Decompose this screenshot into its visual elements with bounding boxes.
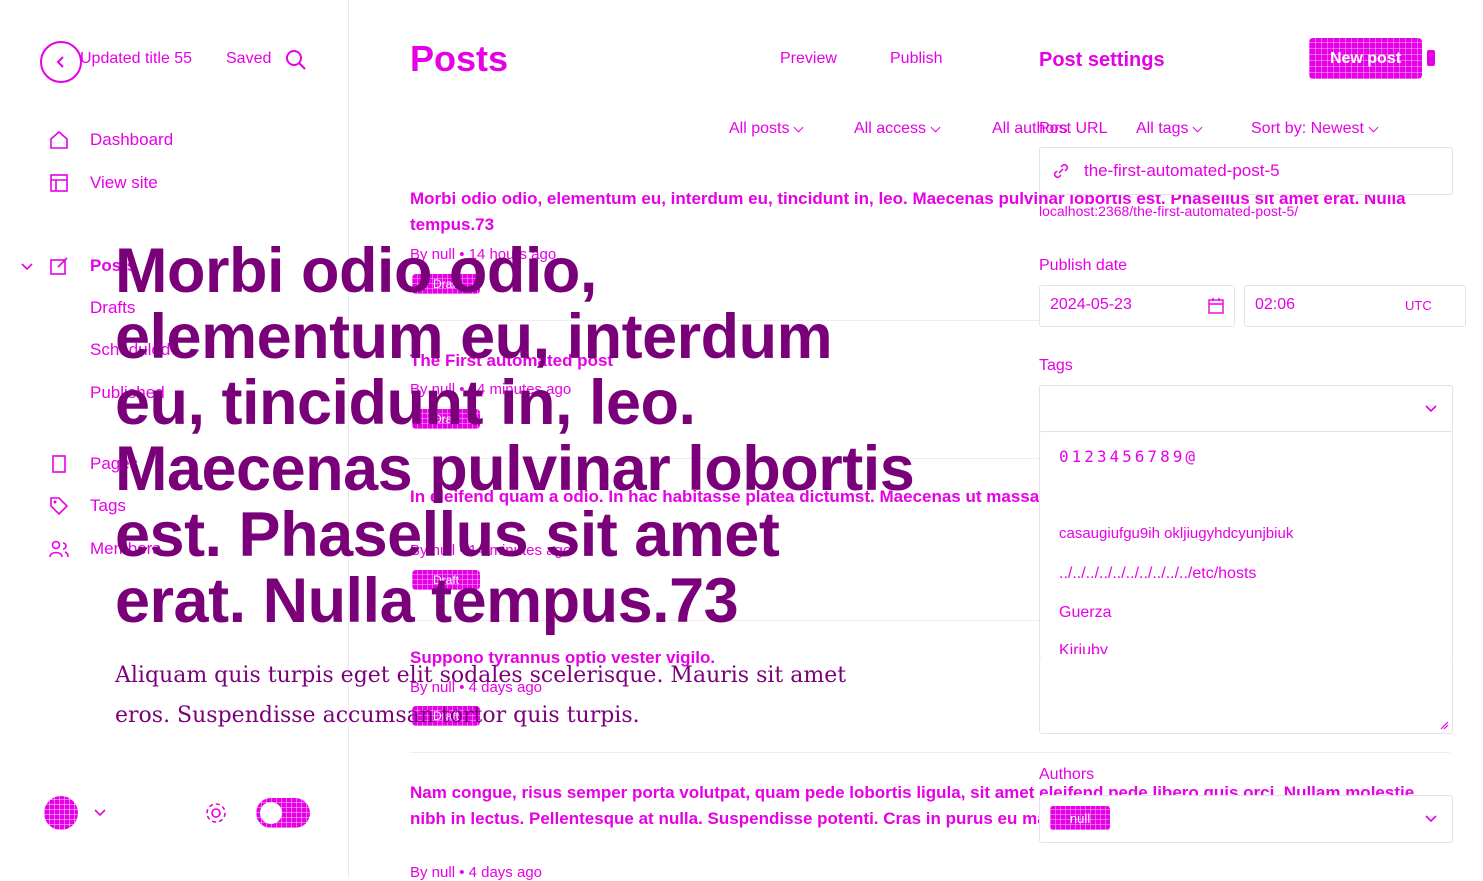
post-url-hint: localhost:2368/the-first-automated-post-… bbox=[1039, 203, 1299, 219]
publish-button[interactable]: Publish bbox=[890, 50, 942, 68]
filter-all-posts[interactable]: All posts bbox=[729, 120, 804, 138]
tag-option[interactable]: Guerza bbox=[1059, 604, 1111, 622]
time-value: 02:06 bbox=[1255, 296, 1296, 313]
chevron-down-icon bbox=[794, 122, 804, 132]
filter-label: All posts bbox=[729, 120, 790, 137]
chevron-left-icon bbox=[56, 56, 64, 68]
settings-panel-title: Post settings bbox=[1039, 49, 1165, 71]
sidebar-item-dashboard[interactable]: Dashboard bbox=[48, 128, 173, 152]
chevron-down-icon bbox=[930, 122, 941, 132]
chevron-down-icon bbox=[1368, 122, 1379, 132]
link-icon bbox=[1053, 163, 1069, 179]
editor-title[interactable]: Morbi odio odio, elementum eu, interdum … bbox=[115, 238, 915, 634]
filter-all-tags[interactable]: All tags bbox=[1136, 120, 1203, 138]
calendar-icon bbox=[1208, 298, 1224, 314]
author-chip[interactable]: null bbox=[1050, 806, 1110, 830]
publish-time-input[interactable]: 02:06 UTC bbox=[1244, 285, 1466, 327]
chevron-down-icon[interactable] bbox=[20, 260, 34, 274]
members-icon bbox=[49, 540, 69, 558]
sidebar-item-label: View site bbox=[90, 173, 158, 192]
toggle-knob bbox=[260, 802, 282, 824]
authors-label: Authors bbox=[1039, 766, 1095, 783]
back-button[interactable] bbox=[40, 41, 82, 83]
filter-label: Sort by: Newest bbox=[1251, 120, 1364, 137]
post-url-value: the-first-automated-post-5 bbox=[1084, 161, 1280, 180]
dark-mode-toggle[interactable] bbox=[256, 798, 310, 828]
date-value: 2024-05-23 bbox=[1050, 296, 1132, 313]
site-title: Updated title 55 bbox=[80, 50, 193, 67]
filter-label: All tags bbox=[1136, 120, 1189, 137]
authors-select[interactable]: null bbox=[1039, 795, 1453, 843]
chevron-down-icon bbox=[1425, 815, 1437, 823]
new-post-button[interactable]: New post bbox=[1309, 38, 1422, 79]
excerpt-textarea[interactable] bbox=[1039, 657, 1453, 734]
tags-label: Tags bbox=[1039, 357, 1073, 374]
post-url-label: Post URL bbox=[1039, 120, 1108, 137]
tag-option[interactable]: ../../../../../../../../../../etc/hosts bbox=[1059, 565, 1256, 583]
row-divider bbox=[410, 752, 1450, 753]
sidebar-toggle-button[interactable] bbox=[1427, 50, 1435, 66]
tag-option[interactable]: 0123456789@ bbox=[1059, 447, 1198, 466]
home-icon bbox=[50, 130, 68, 149]
chevron-down-icon[interactable] bbox=[93, 807, 107, 819]
publish-date-label: Publish date bbox=[1039, 257, 1128, 274]
filter-label: All access bbox=[854, 120, 927, 137]
preview-button[interactable]: Preview bbox=[780, 50, 837, 68]
page-icon bbox=[52, 455, 66, 473]
chevron-down-icon bbox=[1425, 405, 1437, 413]
sort-dropdown[interactable]: Sort by: Newest bbox=[1251, 120, 1379, 138]
page-title: Posts bbox=[410, 38, 509, 79]
publish-date-input[interactable]: 2024-05-23 bbox=[1039, 285, 1235, 327]
tag-option[interactable]: Kiriuby bbox=[1059, 642, 1108, 654]
layout-icon bbox=[50, 174, 68, 192]
gear-icon[interactable] bbox=[204, 801, 228, 825]
sidebar-item-view-site[interactable]: View site bbox=[48, 171, 158, 195]
search-button[interactable] bbox=[284, 48, 308, 77]
tag-option[interactable]: casaugiufgu9ih okljiugyhdcyunjbiuk bbox=[1059, 525, 1293, 542]
filter-all-access[interactable]: All access bbox=[854, 120, 941, 138]
timezone-label: UTC bbox=[1405, 298, 1432, 313]
sidebar-item-label: Dashboard bbox=[90, 130, 174, 149]
search-icon bbox=[286, 50, 306, 70]
post-meta: By null • 4 days ago bbox=[410, 864, 542, 881]
tag-icon bbox=[50, 497, 69, 516]
chevron-down-icon bbox=[1193, 122, 1203, 132]
edit-icon bbox=[50, 257, 68, 275]
saved-status: Saved bbox=[226, 50, 272, 67]
editor-body[interactable]: Aliquam quis turpis eget elit sodales sc… bbox=[115, 656, 855, 736]
post-url-input[interactable]: the-first-automated-post-5 bbox=[1039, 147, 1453, 195]
avatar[interactable] bbox=[44, 796, 78, 830]
resize-handle-icon[interactable] bbox=[1439, 720, 1449, 730]
tags-select[interactable] bbox=[1039, 385, 1453, 433]
